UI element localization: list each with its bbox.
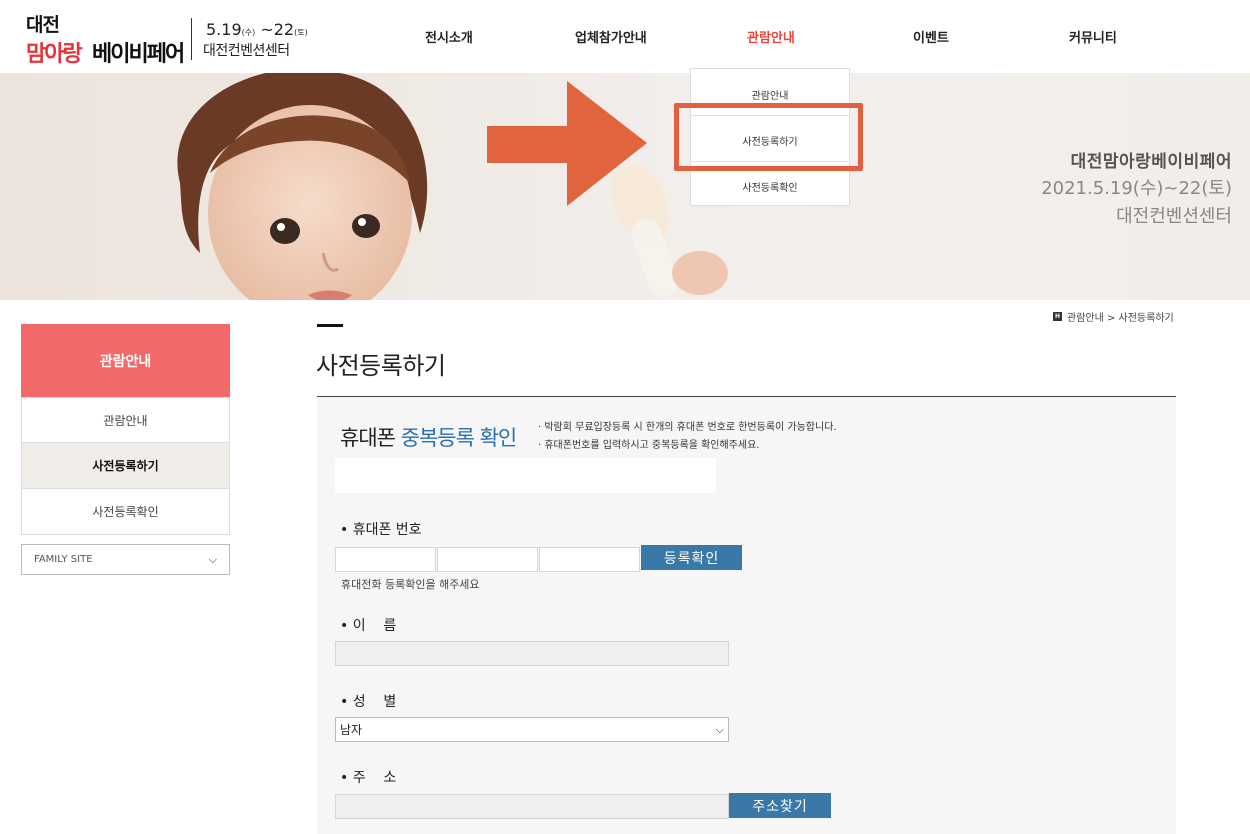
chevron-down-icon: ⌵ xyxy=(715,722,724,736)
home-icon[interactable]: H xyxy=(1053,312,1062,321)
banner-date: 2021.5.19(수)~22(토) xyxy=(1041,178,1232,199)
gender-select[interactable]: 남자 ⌵ xyxy=(335,717,729,742)
sidebar-item-pre-register[interactable]: 사전등록하기 xyxy=(21,443,230,489)
sidebar-item-check-registration[interactable]: 사전등록확인 xyxy=(21,489,230,535)
nav-events[interactable]: 이벤트 xyxy=(913,27,949,46)
note-line: · 휴대폰번호를 입력하시고 중복등록을 확인해주세요. xyxy=(538,440,760,451)
header-date: 5.19(수) ~22(토) xyxy=(206,20,308,39)
phone-label: • 휴대폰 번호 xyxy=(340,522,422,538)
name-input[interactable] xyxy=(335,641,729,666)
sidebar-heading: 관람안내 xyxy=(21,324,230,397)
chevron-down-icon: ⌵ xyxy=(208,552,217,566)
gender-label: • 성 별 xyxy=(340,694,397,710)
breadcrumb: H 관람안내 > 사전등록하기 xyxy=(1053,309,1174,324)
logo-divider xyxy=(191,18,192,60)
name-label: • 이 름 xyxy=(340,618,397,634)
banner-title: 대전맘아랑베이비페어 xyxy=(1070,152,1232,172)
logo-text-pink: 맘아랑 xyxy=(26,42,83,67)
site-logo[interactable]: 대전 맘아랑 베이비페어 xyxy=(26,10,186,67)
sidebar-item-visitor-info[interactable]: 관람안내 xyxy=(21,397,230,443)
family-site-label: FAMILY SITE xyxy=(34,554,93,565)
gender-value: 남자 xyxy=(340,723,363,737)
nav-exhibitor-info[interactable]: 업체참가안내 xyxy=(575,27,647,46)
phone-hint: 휴대전화 등록확인을 해주세요 xyxy=(341,578,480,591)
address-label: • 주 소 xyxy=(340,770,397,786)
site-header: 대전 맘아랑 베이비페어 5.19(수) ~22(토) 대전컨벤션센터 전시소개… xyxy=(0,0,1250,73)
baby-photo xyxy=(177,73,428,300)
check-registration-button[interactable]: 등록확인 xyxy=(641,545,742,570)
dropdown-item-visitor-info[interactable]: 관람안내 xyxy=(691,87,849,102)
dropdown-item-check-registration[interactable]: 사전등록확인 xyxy=(691,179,849,194)
breadcrumb-text: 관람안내 > 사전등록하기 xyxy=(1067,313,1174,324)
section-notes: · 박람회 무료입장등록 시 한개의 휴대폰 번호로 한번등록이 가능합니다. … xyxy=(538,419,837,455)
hero-banner: 대전맘아랑베이비페어 2021.5.19(수)~22(토) 대전컨벤션센터 xyxy=(0,73,1250,300)
title-accent-bar xyxy=(317,324,343,327)
section-heading: 휴대폰 중복등록 확인 xyxy=(340,426,517,450)
nav-community[interactable]: 커뮤니티 xyxy=(1069,27,1117,46)
page-title: 사전등록하기 xyxy=(316,352,446,380)
logo-text-top: 대전 xyxy=(26,14,60,36)
highlight-box xyxy=(674,103,863,171)
address-search-button[interactable]: 주소찾기 xyxy=(729,793,831,818)
note-line: · 박람회 무료입장등록 시 한개의 휴대폰 번호로 한번등록이 가능합니다. xyxy=(538,422,837,433)
logo-text-black: 베이비페어 xyxy=(92,42,185,67)
phone-input-3[interactable] xyxy=(539,547,640,572)
blank-strip xyxy=(335,458,716,493)
arrow-right-icon xyxy=(487,81,647,206)
family-site-select[interactable]: FAMILY SITE ⌵ xyxy=(21,544,230,575)
nav-exhibition-intro[interactable]: 전시소개 xyxy=(425,27,473,46)
address-input[interactable] xyxy=(335,794,729,819)
header-venue: 대전컨벤션센터 xyxy=(203,43,290,59)
phone-input-1[interactable] xyxy=(335,547,436,572)
nav-visitor-info[interactable]: 관람안내 xyxy=(747,27,795,46)
phone-input-2[interactable] xyxy=(437,547,538,572)
banner-venue: 대전컨벤션센터 xyxy=(1116,206,1232,227)
